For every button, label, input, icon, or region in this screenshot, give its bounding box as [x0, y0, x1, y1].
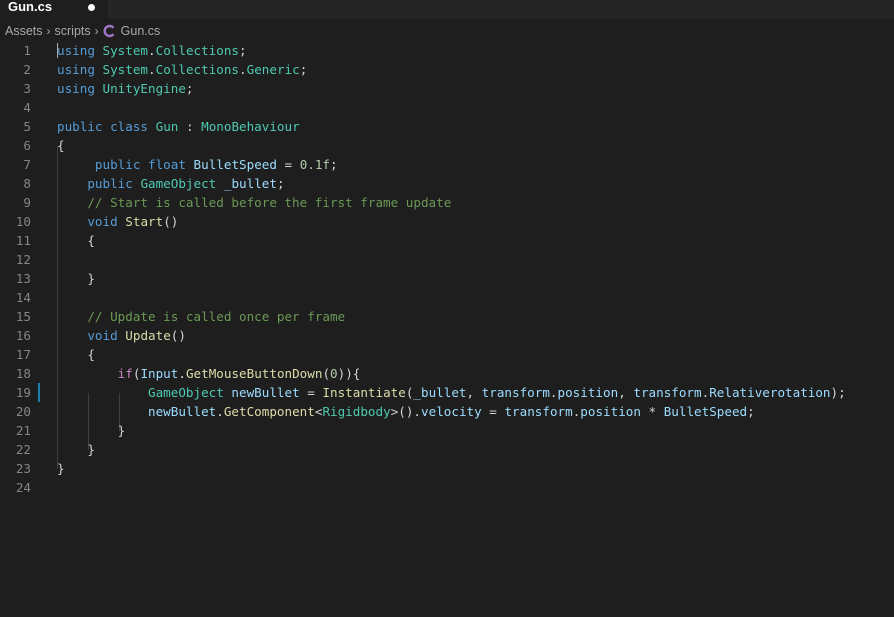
line-number: 17 — [15, 347, 31, 362]
breadcrumb: Assets › scripts › Gun.cs — [5, 22, 160, 40]
code-text[interactable]: public GameObject _bullet; — [57, 174, 284, 193]
code-text[interactable]: using System.Collections; — [57, 41, 247, 60]
line-number: 23 — [15, 461, 31, 476]
code-text[interactable]: } — [57, 421, 126, 440]
code-text[interactable]: { — [57, 345, 95, 364]
code-line[interactable]: 3 using UnityEngine; — [0, 79, 894, 98]
line-number: 6 — [23, 138, 31, 153]
code-line[interactable]: 23} — [0, 459, 894, 478]
code-text[interactable]: GameObject newBullet = Instantiate(_bull… — [57, 383, 846, 402]
code-line[interactable]: 18 if(Input.GetMouseButtonDown(0)){ — [0, 364, 894, 383]
code-line[interactable]: 1 using System.Collections; — [0, 41, 894, 60]
code-editor[interactable]: 1 using System.Collections; 2 using System.… — [0, 41, 894, 497]
code-line[interactable]: 11 { — [0, 231, 894, 250]
code-line[interactable]: 5 public class Gun : MonoBehaviour — [0, 117, 894, 136]
code-text[interactable]: using System.Collections.Generic; — [57, 60, 307, 79]
code-line[interactable]: 4 — [0, 98, 894, 117]
code-text[interactable]: } — [57, 269, 95, 288]
code-line[interactable]: 12 — [0, 250, 894, 269]
tab-bar: Gun.cs — [0, 0, 894, 18]
line-number: 12 — [15, 252, 31, 267]
line-number: 5 — [23, 119, 31, 134]
code-line[interactable]: 16 void Update() — [0, 326, 894, 345]
line-number: 1 — [23, 43, 31, 58]
chevron-right-icon: › — [46, 24, 51, 38]
line-number: 18 — [15, 366, 31, 381]
unsaved-dot-icon[interactable] — [88, 4, 95, 11]
line-number: 15 — [15, 309, 31, 324]
line-number: 10 — [15, 214, 31, 229]
code-text[interactable]: } — [57, 440, 95, 459]
breadcrumb-item-gun-cs[interactable]: Gun.cs — [121, 24, 161, 38]
line-number: 7 — [23, 157, 31, 172]
code-line[interactable]: 14 — [0, 288, 894, 307]
line-number: 16 — [15, 328, 31, 343]
line-number: 4 — [23, 100, 31, 115]
tab-gun-cs[interactable]: Gun.cs — [0, 0, 108, 18]
code-text[interactable]: public class Gun : MonoBehaviour — [57, 117, 300, 136]
breadcrumb-item-scripts[interactable]: scripts — [55, 24, 91, 38]
code-line[interactable]: 21 } — [0, 421, 894, 440]
code-text[interactable]: public float BulletSpeed = 0.1f; — [57, 155, 338, 174]
line-number: 20 — [15, 404, 31, 419]
code-line[interactable]: 2 using System.Collections.Generic; — [0, 60, 894, 79]
code-text[interactable]: } — [57, 459, 65, 478]
code-line[interactable]: 8 public GameObject _bullet; — [0, 174, 894, 193]
code-text[interactable]: using UnityEngine; — [57, 79, 194, 98]
code-line[interactable]: 22 } — [0, 440, 894, 459]
line-number: 3 — [23, 81, 31, 96]
code-line[interactable]: 6{ — [0, 136, 894, 155]
code-text[interactable]: void Update() — [57, 326, 186, 345]
code-line[interactable]: 17 { — [0, 345, 894, 364]
code-line[interactable]: 10 void Start() — [0, 212, 894, 231]
code-text[interactable]: // Start is called before the first fram… — [57, 193, 451, 212]
modified-line-marker — [38, 383, 40, 402]
line-number: 21 — [15, 423, 31, 438]
line-number: 8 — [23, 176, 31, 191]
line-number: 14 — [15, 290, 31, 305]
code-text[interactable]: newBullet.GetComponent<Rigidbody>().velo… — [57, 402, 755, 421]
breadcrumb-item-assets[interactable]: Assets — [5, 24, 43, 38]
code-text[interactable]: { — [57, 231, 95, 250]
line-number: 24 — [15, 480, 31, 495]
line-number: 11 — [15, 233, 31, 248]
line-number: 22 — [15, 442, 31, 457]
code-line[interactable]: 19 GameObject newBullet = Instantiate(_b… — [0, 383, 894, 402]
code-line[interactable]: 9 // Start is called before the first fr… — [0, 193, 894, 212]
line-number: 9 — [23, 195, 31, 210]
line-number: 13 — [15, 271, 31, 286]
line-number: 2 — [23, 62, 31, 77]
code-line[interactable]: 13 } — [0, 269, 894, 288]
code-line[interactable]: 24 — [0, 478, 894, 497]
text-cursor — [57, 43, 58, 58]
chevron-right-icon: › — [94, 24, 99, 38]
code-text[interactable]: { — [57, 136, 65, 155]
code-text[interactable]: if(Input.GetMouseButtonDown(0)){ — [57, 364, 361, 383]
code-text[interactable]: void Start() — [57, 212, 178, 231]
code-line[interactable]: 15 // Update is called once per frame — [0, 307, 894, 326]
csharp-file-icon — [103, 24, 117, 38]
code-line[interactable]: 7 public float BulletSpeed = 0.1f; — [0, 155, 894, 174]
code-text[interactable]: // Update is called once per frame — [57, 307, 345, 326]
tab-label: Gun.cs — [8, 0, 53, 14]
line-number: 19 — [15, 385, 31, 400]
code-line[interactable]: 20 newBullet.GetComponent<Rigidbody>().v… — [0, 402, 894, 421]
